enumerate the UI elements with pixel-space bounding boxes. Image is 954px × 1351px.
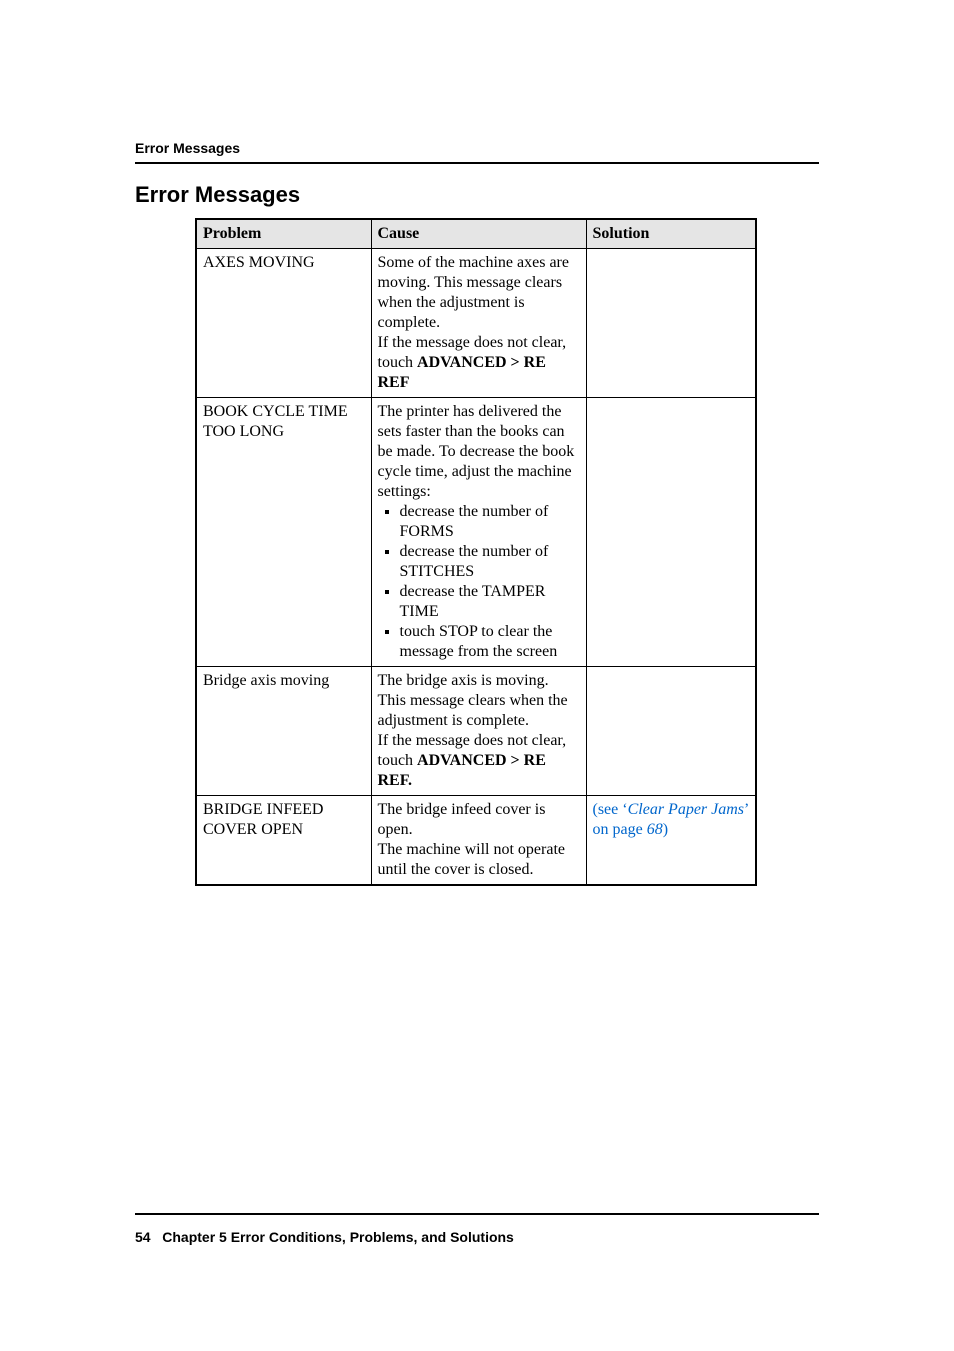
bottom-rule (135, 1213, 819, 1215)
cause-list: decrease the number of FORMS decrease th… (378, 502, 580, 662)
page-number: 54 (135, 1229, 151, 1245)
chapter-title: Chapter 5 Error Conditions, Problems, an… (162, 1229, 514, 1245)
section-title: Error Messages (135, 182, 819, 208)
link-page: 68 (647, 821, 663, 838)
list-item: decrease the TAMPER TIME (400, 582, 580, 622)
cell-problem: AXES MOVING (196, 249, 371, 398)
list-item: touch STOP to clear the message from the… (400, 622, 580, 662)
cause-text: The printer has delivered the sets faste… (378, 403, 575, 500)
cause-text: The bridge infeed cover is open. (378, 801, 546, 838)
cell-solution: (see ‘Clear Paper Jams’ on page 68) (586, 796, 756, 886)
error-messages-table: Problem Cause Solution AXES MOVING Some … (195, 218, 757, 886)
cell-solution (586, 249, 756, 398)
cell-problem: Bridge axis moving (196, 667, 371, 796)
cell-cause: The bridge infeed cover is open. The mac… (371, 796, 586, 886)
running-head: Error Messages (135, 140, 819, 156)
cell-solution (586, 667, 756, 796)
list-item: decrease the number of STITCHES (400, 542, 580, 582)
top-rule (135, 162, 819, 164)
cell-cause: The printer has delivered the sets faste… (371, 398, 586, 667)
cause-text: The machine will not operate until the c… (378, 841, 565, 878)
col-solution: Solution (586, 219, 756, 249)
link-close: ) (663, 821, 668, 838)
cell-cause: Some of the machine axes are moving. Thi… (371, 249, 586, 398)
cell-problem: BRIDGE INFEED COVER OPEN (196, 796, 371, 886)
cell-problem: BOOK CYCLE TIME TOO LONG (196, 398, 371, 667)
cause-text: The bridge axis is moving. This message … (378, 672, 568, 729)
table-row: BOOK CYCLE TIME TOO LONG The printer has… (196, 398, 756, 667)
table-row: BRIDGE INFEED COVER OPEN The bridge infe… (196, 796, 756, 886)
table-row: AXES MOVING Some of the machine axes are… (196, 249, 756, 398)
col-cause: Cause (371, 219, 586, 249)
link-title: Clear Paper Jams (628, 801, 744, 818)
cell-solution (586, 398, 756, 667)
page-footer: 54 Chapter 5 Error Conditions, Problems,… (135, 1213, 819, 1245)
table-header-row: Problem Cause Solution (196, 219, 756, 249)
table-row: Bridge axis moving The bridge axis is mo… (196, 667, 756, 796)
list-item: decrease the number of FORMS (400, 502, 580, 542)
cell-cause: The bridge axis is moving. This message … (371, 667, 586, 796)
link-open: (see ‘ (593, 801, 628, 818)
solution-link[interactable]: (see ‘Clear Paper Jams’ on page 68) (593, 801, 749, 838)
cause-text: Some of the machine axes are moving. Thi… (378, 254, 569, 331)
col-problem: Problem (196, 219, 371, 249)
